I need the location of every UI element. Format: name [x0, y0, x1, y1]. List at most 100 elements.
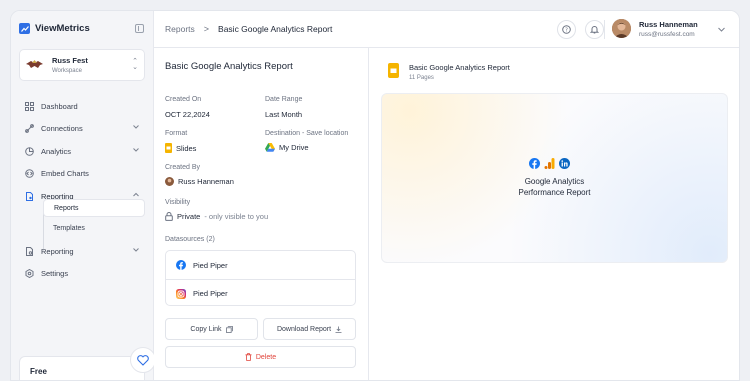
visibility-value: Private - only visible to you [165, 212, 268, 221]
sidebar: ViewMetrics Russ Fest Workspace ⌃ ⌄ Dashb… [11, 11, 156, 380]
datasource-item[interactable]: Pied Piper [166, 251, 355, 279]
plan-label: Free [30, 367, 47, 376]
datasource-name: Pied Piper [193, 289, 228, 298]
datasource-item[interactable]: Pied Piper [166, 279, 355, 307]
datasources-label: Datasources (2) [165, 236, 215, 243]
destination-value: My Drive [265, 143, 309, 152]
preview-heading-line-2: Performance Report [518, 188, 591, 197]
lock-icon [165, 212, 173, 221]
breadcrumb: Reports > Basic Google Analytics Report [165, 24, 332, 34]
chevron-down-icon [133, 125, 139, 129]
sidebar-item-reporting-2[interactable]: Reporting [19, 243, 145, 259]
sidebar-item-analytics[interactable]: Analytics [19, 143, 145, 159]
report-file-icon [25, 191, 34, 201]
app-window: ViewMetrics Russ Fest Workspace ⌃ ⌄ Dashb… [10, 10, 740, 381]
sidebar-item-connections[interactable]: Connections [19, 120, 145, 136]
copy-icon [225, 325, 233, 333]
brand[interactable]: ViewMetrics [19, 23, 90, 34]
download-icon [335, 326, 342, 333]
sidebar-subitem-reports[interactable]: Reports [43, 199, 145, 217]
gear-icon [25, 268, 34, 278]
created-on-value: OCT 22,2024 [165, 110, 210, 119]
created-by-text: Russ Hanneman [178, 177, 234, 186]
help-button[interactable]: ? [557, 20, 576, 39]
chevron-down-icon [133, 248, 139, 252]
delete-report-button[interactable]: Delete [165, 346, 356, 368]
sidebar-collapse-icon[interactable] [135, 24, 144, 33]
viewmetrics-logo-icon [19, 23, 30, 34]
format-text: Slides [176, 143, 197, 153]
help-circle-icon: ? [562, 25, 571, 34]
copy-link-button[interactable]: Copy Link [165, 318, 258, 340]
created-on-label: Created On [165, 96, 202, 103]
linkedin-icon [559, 158, 570, 169]
download-report-label: Download Report [276, 325, 332, 333]
facebook-icon [176, 260, 186, 270]
sidebar-item-label: Embed Charts [41, 168, 89, 178]
visibility-text: Private [177, 212, 201, 221]
sidebar-item-settings[interactable]: Settings [19, 265, 145, 281]
embed-icon [25, 168, 34, 178]
format-label: Format [165, 130, 188, 137]
preview-heading-line-1: Google Analytics [524, 177, 585, 186]
report-file-icon [25, 246, 34, 256]
breadcrumb-root-link[interactable]: Reports [165, 24, 195, 34]
sidebar-item-label: Analytics [41, 146, 72, 156]
preview-page-count: 11 Pages [409, 75, 434, 81]
report-details-panel: Basic Google Analytics Report Created On… [154, 48, 369, 380]
sidebar-item-label: Connections [41, 123, 83, 133]
sidebar-item-dashboard[interactable]: Dashboard [19, 98, 145, 114]
chevron-up-icon [133, 192, 139, 197]
google-slides-icon [165, 143, 172, 153]
pie-chart-icon [25, 146, 34, 156]
date-range-value: Last Month [265, 110, 303, 119]
datasource-name: Pied Piper [193, 260, 228, 270]
preview-logo-row [529, 158, 570, 169]
svg-text:?: ? [565, 28, 568, 34]
user-email: russ@russfest.com [639, 31, 695, 38]
user-name: Russ Hanneman [639, 20, 698, 29]
download-report-button[interactable]: Download Report [263, 318, 356, 340]
grid-icon [25, 101, 34, 111]
report-preview-card[interactable]: Google Analytics Performance Report [381, 93, 728, 263]
datasources-list: Pied Piper Pied Piper [165, 250, 356, 306]
visibility-label: Visibility [165, 199, 191, 206]
heart-icon [137, 354, 149, 366]
chevron-down-icon[interactable] [718, 26, 725, 33]
sidebar-item-embed-charts[interactable]: Embed Charts [19, 165, 145, 181]
creator-avatar [165, 177, 174, 186]
google-slides-file-icon [388, 63, 399, 78]
brand-name: ViewMetrics [35, 23, 90, 34]
preview-heading: Google Analytics Performance Report [382, 176, 727, 198]
preview-file-title: Basic Google Analytics Report [409, 63, 510, 72]
workspace-switcher[interactable]: Russ Fest Workspace ⌃ ⌄ [19, 49, 145, 81]
favorite-button[interactable] [130, 347, 156, 373]
notifications-button[interactable] [585, 20, 604, 39]
breadcrumb-separator-icon: > [203, 24, 210, 34]
chevron-down-icon [133, 148, 139, 152]
sidebar-item-label: Dashboard [41, 101, 78, 111]
workspace-name: Russ Fest [52, 56, 88, 65]
format-value: Slides [165, 143, 196, 153]
chevron-up-down-icon: ⌃ ⌄ [132, 58, 138, 71]
sidebar-item-label: Reporting [41, 246, 74, 256]
workspace-subtitle: Workspace [52, 68, 82, 74]
sidebar-subitem-templates[interactable]: Templates [43, 219, 145, 237]
instagram-icon [176, 288, 186, 299]
bell-icon [590, 26, 599, 34]
breadcrumb-current: Basic Google Analytics Report [218, 24, 333, 34]
trash-icon [245, 353, 252, 361]
copy-link-label: Copy Link [190, 325, 222, 333]
visibility-note: - only visible to you [204, 212, 269, 221]
topbar-divider [604, 20, 605, 39]
user-avatar[interactable] [612, 19, 631, 38]
sidebar-item-label: Settings [41, 268, 69, 278]
link-icon [25, 123, 34, 133]
google-drive-icon [265, 143, 275, 152]
google-analytics-icon [544, 158, 555, 169]
workspace-logo-icon [26, 60, 43, 68]
report-title: Basic Google Analytics Report [165, 61, 293, 72]
created-by-label: Created By [165, 164, 201, 171]
top-bar: Reports > Basic Google Analytics Report … [154, 11, 739, 48]
destination-text: My Drive [279, 143, 309, 152]
